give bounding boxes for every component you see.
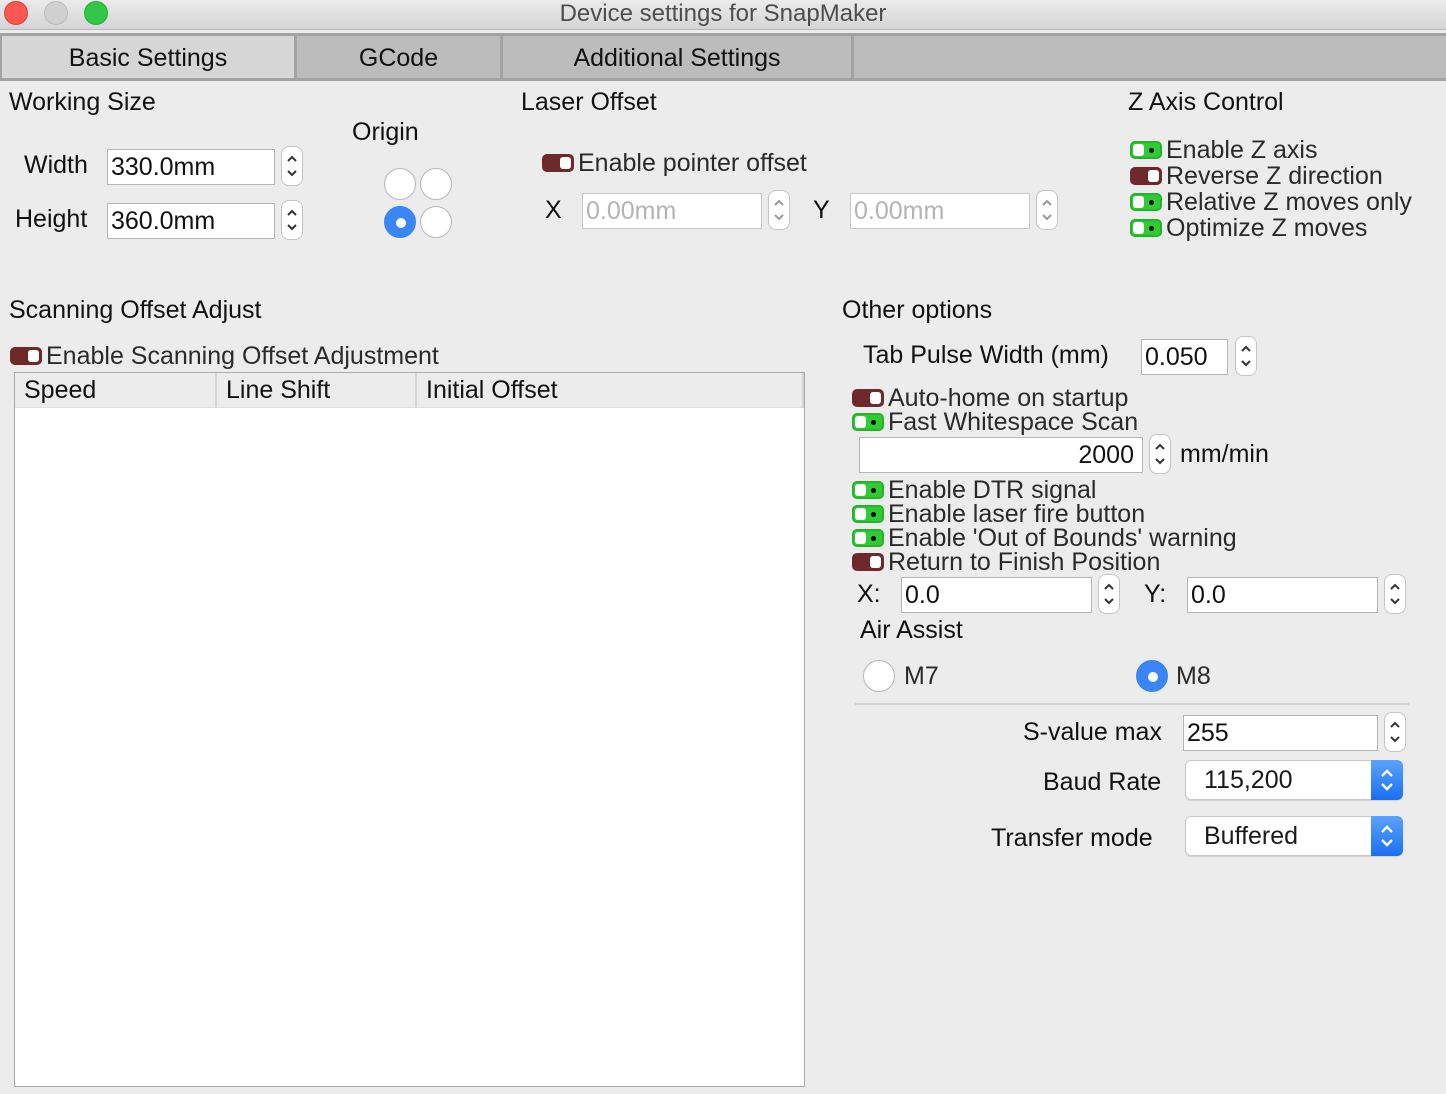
enable-z-axis-label: Enable Z axis: [1166, 135, 1318, 164]
select-arrows-icon: [1371, 760, 1403, 800]
optimize-z-moves-label: Optimize Z moves: [1166, 213, 1368, 242]
baud-rate-select[interactable]: 115,200: [1185, 760, 1403, 800]
height-input[interactable]: 360.0mm: [107, 203, 275, 239]
air-assist-m8-radio[interactable]: [1136, 660, 1168, 692]
air-assist-m7-radio[interactable]: [863, 660, 895, 692]
stepper-arrows-icon: [287, 155, 297, 177]
toggle-on-icon: [1130, 219, 1162, 237]
tab-basic-settings[interactable]: Basic Settings: [0, 36, 297, 78]
transfer-mode-label: Transfer mode: [991, 824, 1153, 852]
toggle-off-icon: [10, 347, 42, 365]
reverse-z-direction-toggle[interactable]: Reverse Z direction: [1130, 161, 1383, 190]
air-assist-m7-label: M7: [904, 662, 939, 690]
laser-y-label: Y: [813, 196, 830, 224]
select-arrows-icon: [1371, 816, 1403, 856]
z-axis-title: Z Axis Control: [1128, 88, 1284, 116]
width-label: Width: [24, 151, 88, 179]
s-value-max-input[interactable]: 255: [1183, 715, 1378, 751]
title-bar: Device settings for SnapMaker: [0, 0, 1446, 30]
return-y-label: Y:: [1144, 580, 1167, 608]
toggle-off-icon: [852, 553, 884, 571]
origin-bottom-left-radio[interactable]: [384, 206, 416, 238]
laser-x-stepper[interactable]: [768, 190, 790, 230]
laser-y-stepper[interactable]: [1036, 190, 1058, 230]
relative-z-moves-label: Relative Z moves only: [1166, 187, 1412, 216]
tab-pulse-width-input[interactable]: 0.050: [1141, 339, 1228, 375]
table-header: Speed Line Shift Initial Offset: [15, 373, 804, 408]
fast-scan-speed-stepper[interactable]: [1149, 434, 1171, 474]
width-stepper[interactable]: [281, 146, 303, 186]
tab-gcode[interactable]: GCode: [297, 36, 503, 78]
toggle-on-icon: [852, 481, 884, 499]
return-to-finish-label: Return to Finish Position: [888, 547, 1161, 576]
divider: [855, 703, 1409, 705]
toggle-on-icon: [852, 529, 884, 547]
stepper-arrows-icon: [1042, 199, 1052, 221]
working-size-title: Working Size: [9, 88, 156, 116]
tab-bar: Basic Settings GCode Additional Settings: [0, 33, 1446, 81]
column-header-line-shift[interactable]: Line Shift: [215, 373, 415, 408]
toggle-on-icon: [1130, 141, 1162, 159]
baud-rate-label: Baud Rate: [1043, 768, 1162, 796]
baud-rate-value: 115,200: [1204, 766, 1293, 794]
tab-pulse-width-stepper[interactable]: [1235, 336, 1257, 376]
enable-pointer-offset-label: Enable pointer offset: [578, 148, 807, 177]
stepper-arrows-icon: [774, 199, 784, 221]
relative-z-moves-toggle[interactable]: Relative Z moves only: [1130, 187, 1412, 216]
origin-top-left-radio[interactable]: [384, 168, 416, 200]
air-assist-m8-label: M8: [1176, 662, 1211, 690]
return-to-finish-toggle[interactable]: Return to Finish Position: [852, 547, 1161, 576]
toggle-on-icon: [852, 413, 884, 431]
tab-pulse-width-label: Tab Pulse Width (mm): [863, 341, 1109, 369]
return-y-stepper[interactable]: [1384, 574, 1406, 614]
width-input[interactable]: 330.0mm: [107, 149, 275, 185]
return-y-input[interactable]: 0.0: [1187, 577, 1378, 613]
tab-additional-settings[interactable]: Additional Settings: [503, 36, 854, 78]
column-header-speed[interactable]: Speed: [15, 373, 215, 408]
laser-y-input[interactable]: 0.00mm: [850, 193, 1030, 229]
scanning-offset-table[interactable]: Speed Line Shift Initial Offset: [14, 372, 805, 1087]
transfer-mode-select[interactable]: Buffered: [1185, 816, 1403, 856]
transfer-mode-value: Buffered: [1204, 822, 1299, 850]
other-options-title: Other options: [842, 296, 993, 324]
origin-bottom-right-radio[interactable]: [420, 206, 452, 238]
fast-scan-unit-label: mm/min: [1180, 440, 1269, 468]
laser-x-input[interactable]: 0.00mm: [582, 193, 762, 229]
optimize-z-moves-toggle[interactable]: Optimize Z moves: [1130, 213, 1368, 242]
enable-scanning-offset-toggle[interactable]: Enable Scanning Offset Adjustment: [10, 341, 439, 370]
origin-top-right-radio[interactable]: [420, 168, 452, 200]
return-x-stepper[interactable]: [1098, 574, 1120, 614]
fast-scan-speed-input[interactable]: 2000: [859, 437, 1143, 473]
height-stepper[interactable]: [281, 200, 303, 240]
stepper-arrows-icon: [287, 209, 297, 231]
stepper-arrows-icon: [1241, 345, 1251, 367]
stepper-arrows-icon: [1104, 583, 1114, 605]
height-label: Height: [15, 205, 88, 233]
toggle-off-icon: [1130, 167, 1162, 185]
air-assist-title: Air Assist: [860, 616, 963, 644]
return-x-label: X:: [857, 580, 881, 608]
toggle-off-icon: [852, 389, 884, 407]
scanning-offset-title: Scanning Offset Adjust: [9, 296, 262, 324]
window-title: Device settings for SnapMaker: [559, 0, 887, 27]
origin-title: Origin: [352, 118, 419, 146]
s-value-max-stepper[interactable]: [1384, 712, 1406, 752]
enable-scanning-offset-label: Enable Scanning Offset Adjustment: [46, 341, 439, 370]
column-header-initial-offset[interactable]: Initial Offset: [415, 373, 804, 408]
fast-whitespace-scan-label: Fast Whitespace Scan: [888, 407, 1139, 436]
enable-pointer-offset-toggle[interactable]: Enable pointer offset: [542, 148, 807, 177]
toggle-on-icon: [1130, 193, 1162, 211]
toggle-on-icon: [852, 505, 884, 523]
return-x-input[interactable]: 0.0: [901, 577, 1092, 613]
fast-whitespace-scan-toggle[interactable]: Fast Whitespace Scan: [852, 407, 1139, 436]
stepper-arrows-icon: [1390, 721, 1400, 743]
toggle-off-icon: [542, 154, 574, 172]
s-value-max-label: S-value max: [1023, 718, 1162, 746]
enable-z-axis-toggle[interactable]: Enable Z axis: [1130, 135, 1318, 164]
stepper-arrows-icon: [1390, 583, 1400, 605]
reverse-z-direction-label: Reverse Z direction: [1166, 161, 1383, 190]
stepper-arrows-icon: [1155, 443, 1165, 465]
laser-offset-title: Laser Offset: [521, 88, 657, 116]
laser-x-label: X: [545, 196, 562, 224]
